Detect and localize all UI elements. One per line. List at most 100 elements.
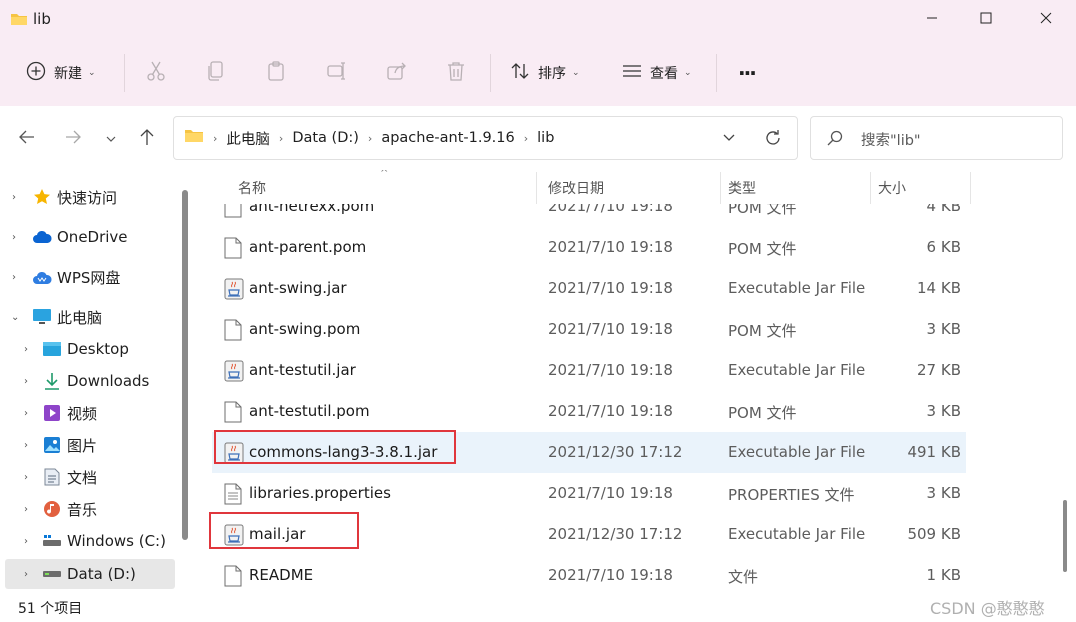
breadcrumb-folder[interactable]: apache-ant-1.9.16 xyxy=(381,130,514,146)
column-size[interactable]: 大小 xyxy=(878,178,906,198)
minimize-button[interactable] xyxy=(906,0,958,40)
sidebar-item-label: OneDrive xyxy=(57,228,128,246)
breadcrumb-drive[interactable]: Data (D:) xyxy=(292,130,359,146)
more-button[interactable]: ··· xyxy=(738,58,757,88)
file-row[interactable]: README 2021/7/10 19:18 文件 1 KB xyxy=(212,555,966,592)
file-size: 14 KB xyxy=(917,279,961,297)
maximize-button[interactable] xyxy=(960,0,1012,40)
file-name: ant-swing.pom xyxy=(249,320,361,338)
window-title: lib xyxy=(33,10,51,28)
back-button[interactable] xyxy=(14,126,40,152)
column-header: ^ 名称 修改日期 类型 大小 xyxy=(200,170,1076,204)
sidebar-item-videos[interactable]: › 视频 xyxy=(0,398,178,428)
file-type: Executable Jar File xyxy=(728,525,866,543)
column-name[interactable]: 名称 xyxy=(238,178,266,198)
column-date[interactable]: 修改日期 xyxy=(548,178,604,198)
file-date: 2021/7/10 19:18 xyxy=(548,566,673,584)
file-list-scrollbar[interactable] xyxy=(1063,500,1067,572)
file-size: 491 KB xyxy=(907,443,961,461)
delete-button[interactable] xyxy=(446,58,466,88)
file-date: 2021/7/10 19:18 xyxy=(548,361,673,379)
file-row[interactable]: ant-parent.pom 2021/7/10 19:18 POM 文件 6 KB xyxy=(212,227,966,268)
plus-circle-icon xyxy=(26,61,46,85)
sidebar-item-drive-c[interactable]: › Windows (C:) xyxy=(0,526,178,556)
column-type[interactable]: 类型 xyxy=(728,178,756,198)
file-name: ant-testutil.jar xyxy=(249,361,356,379)
chevron-right-icon: › xyxy=(24,535,28,547)
sidebar-item-onedrive[interactable]: › OneDrive xyxy=(0,222,178,252)
minimize-icon xyxy=(926,12,938,28)
paste-button[interactable] xyxy=(266,58,286,88)
windows-drive-icon xyxy=(42,531,62,551)
sort-label: 排序 xyxy=(538,66,566,82)
copy-icon xyxy=(206,60,226,86)
chevron-right-icon: › xyxy=(24,343,28,355)
sidebar-item-this-pc[interactable]: ⌄ 此电脑 xyxy=(0,302,178,332)
column-divider[interactable] xyxy=(870,172,871,204)
copy-button[interactable] xyxy=(206,58,226,88)
forward-button[interactable] xyxy=(60,126,86,152)
address-row: › 此电脑 › Data (D:) › apache-ant-1.9.16 › … xyxy=(0,106,1076,170)
arrow-right-icon xyxy=(65,130,81,148)
file-date: 2021/7/10 19:18 xyxy=(548,238,673,256)
column-divider[interactable] xyxy=(970,172,971,204)
title-bar: lib xyxy=(0,0,1076,40)
address-bar[interactable]: › 此电脑 › Data (D:) › apache-ant-1.9.16 › … xyxy=(173,116,798,160)
sidebar-item-label: Desktop xyxy=(67,340,129,358)
column-divider[interactable] xyxy=(536,172,537,204)
status-bar: 51 个项目 CSDN @憨憨憨 xyxy=(0,592,1076,622)
view-button[interactable]: 查看 ⌄ xyxy=(622,58,692,88)
search-placeholder: 搜索"lib" xyxy=(861,133,921,149)
file-row[interactable]: ant-testutil.pom 2021/7/10 19:18 POM 文件 3 K… xyxy=(212,391,966,432)
file-type: POM 文件 xyxy=(728,240,797,258)
sidebar-item-desktop[interactable]: › Desktop xyxy=(0,334,178,364)
sidebar-item-pictures[interactable]: › 图片 xyxy=(0,430,178,460)
sidebar-item-quick-access[interactable]: › 快速访问 xyxy=(0,182,178,212)
breadcrumb: › 此电脑 › Data (D:) › apache-ant-1.9.16 › … xyxy=(184,117,554,159)
close-button[interactable] xyxy=(1020,0,1072,40)
view-list-icon xyxy=(622,62,642,84)
sidebar-item-drive-d[interactable]: › Data (D:) xyxy=(5,559,175,589)
chevron-right-icon: › xyxy=(12,191,16,203)
recent-locations-button[interactable] xyxy=(98,126,124,152)
chevron-right-icon: › xyxy=(24,503,28,515)
cut-button[interactable] xyxy=(146,58,166,88)
file-date: 2021/12/30 17:12 xyxy=(548,525,683,543)
file-name: libraries.properties xyxy=(249,484,391,502)
sidebar-item-downloads[interactable]: › Downloads xyxy=(0,366,178,396)
new-button[interactable]: 新建 ⌄ xyxy=(26,58,96,88)
sidebar-scrollbar[interactable] xyxy=(182,190,188,540)
sidebar-item-music[interactable]: › 音乐 xyxy=(0,494,178,524)
share-button[interactable] xyxy=(386,58,408,88)
sidebar-item-wps[interactable]: › WPS网盘 xyxy=(0,262,178,292)
arrow-left-icon xyxy=(19,130,35,148)
search-input[interactable]: 搜索"lib" xyxy=(810,116,1063,160)
file-type: POM 文件 xyxy=(728,404,797,422)
chevron-right-icon: › xyxy=(12,231,16,243)
cloud-icon xyxy=(32,227,52,247)
sidebar-item-documents[interactable]: › 文档 xyxy=(0,462,178,492)
chevron-right-icon: › xyxy=(367,131,373,145)
file-row[interactable]: ant-swing.pom 2021/7/10 19:18 POM 文件 3 KB xyxy=(212,309,966,350)
divider xyxy=(490,54,491,92)
file-row[interactable]: ant-swing.jar 2021/7/10 19:18 Executable J… xyxy=(212,268,966,309)
address-dropdown-icon[interactable] xyxy=(722,130,736,148)
close-icon xyxy=(1040,12,1052,28)
column-divider[interactable] xyxy=(720,172,721,204)
chevron-right-icon: › xyxy=(523,131,529,145)
sort-icon xyxy=(510,61,530,85)
breadcrumb-this-pc[interactable]: 此电脑 xyxy=(226,128,270,149)
file-size: 6 KB xyxy=(926,238,961,256)
file-row[interactable]: libraries.properties 2021/7/10 19:18 PROPE… xyxy=(212,473,966,514)
divider xyxy=(716,54,717,92)
rename-button[interactable] xyxy=(326,58,348,88)
jar-icon xyxy=(224,360,244,382)
properties-icon xyxy=(224,483,244,505)
up-button[interactable] xyxy=(134,126,160,152)
refresh-icon[interactable] xyxy=(764,129,782,151)
breadcrumb-current[interactable]: lib xyxy=(537,130,554,146)
file-row[interactable]: ant-testutil.jar 2021/7/10 19:18 Executabl… xyxy=(212,350,966,391)
file-type: PROPERTIES 文件 xyxy=(728,486,855,504)
file-name: README xyxy=(249,566,314,584)
sort-button[interactable]: 排序 ⌄ xyxy=(510,58,580,88)
